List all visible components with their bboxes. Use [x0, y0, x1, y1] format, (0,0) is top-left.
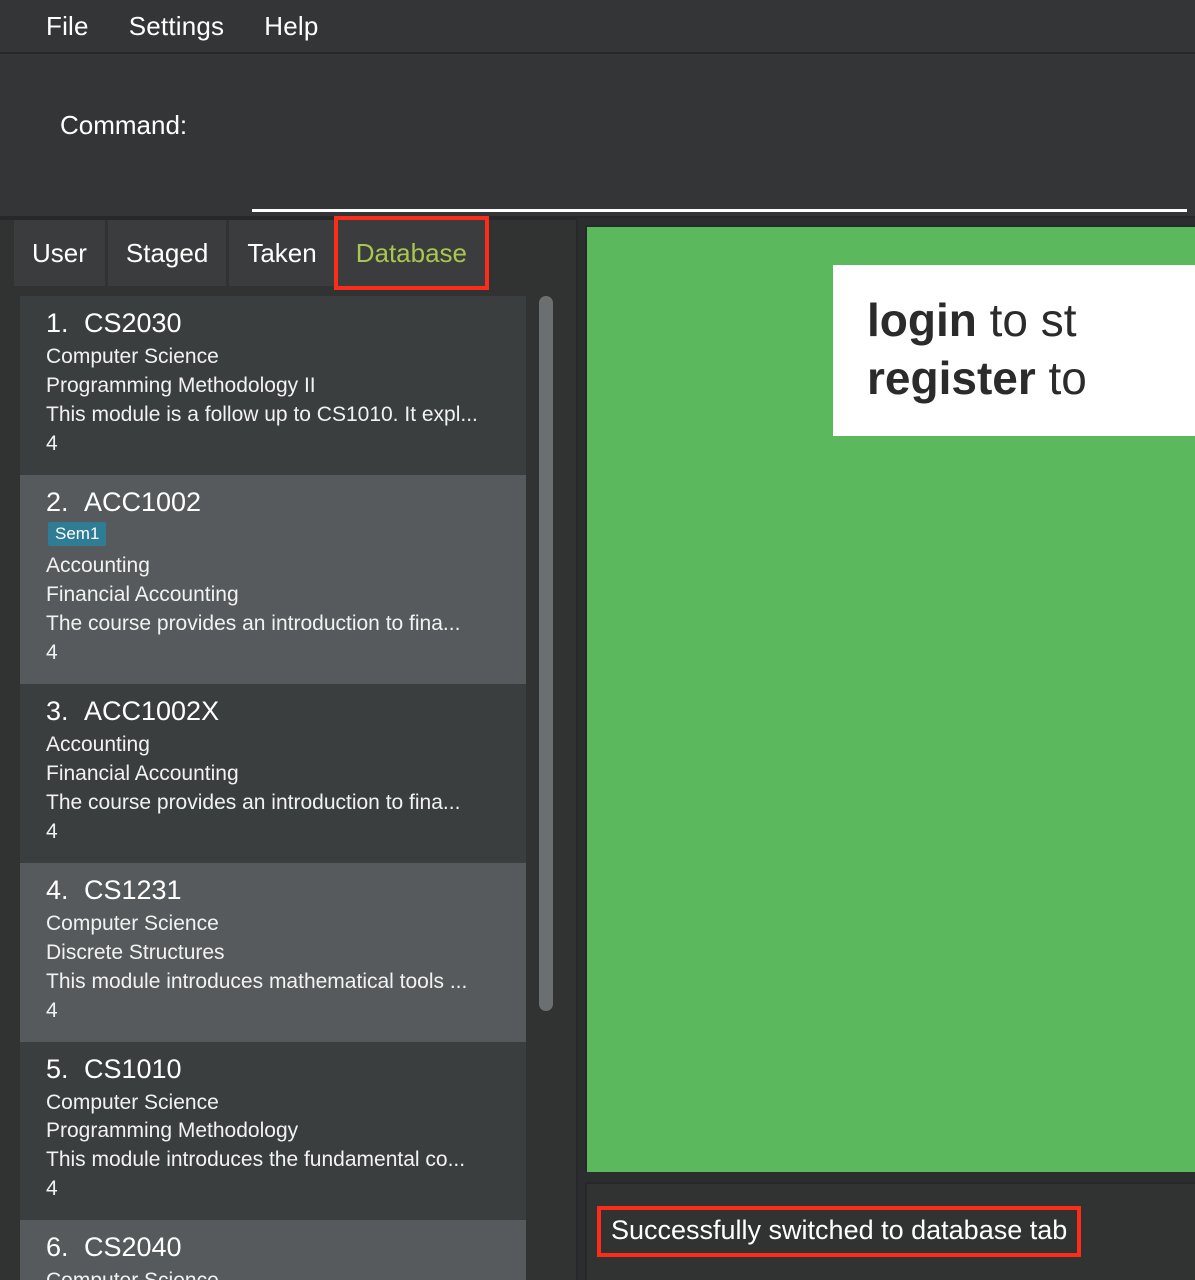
module-card-department: Accounting	[46, 553, 150, 577]
module-card-title-text: Programming Methodology II	[46, 373, 316, 397]
application-window: File Settings Help Command: User Staged …	[0, 0, 1195, 1280]
module-card-description: This module is a follow up to CS1010. It…	[46, 402, 478, 426]
left-panel: User Staged Taken Database 1. CS2030 Compu…	[0, 218, 578, 1280]
tab-database[interactable]: Database	[337, 220, 486, 286]
tab-taken[interactable]: Taken	[229, 220, 335, 286]
status-panel: Successfully switched to database tab	[585, 1182, 1195, 1280]
module-card-department: Computer Science	[46, 1267, 506, 1280]
module-card[interactable]: 6. CS2040 Computer Science	[20, 1220, 526, 1280]
module-card-credits: 4	[46, 1177, 58, 1201]
module-card-department: Computer Science	[46, 345, 219, 368]
module-card-index: 6.	[46, 1232, 69, 1263]
menu-bar: File Settings Help	[0, 0, 1195, 54]
module-card-code: CS2030	[84, 308, 182, 338]
menu-item-file[interactable]: File	[28, 9, 107, 44]
module-list[interactable]: 1. CS2030 Computer Science Programming Meth…	[20, 296, 562, 1280]
module-list-scrollbar[interactable]	[538, 296, 554, 1280]
tab-staged[interactable]: Staged	[107, 220, 227, 286]
module-card[interactable]: 1. CS2030 Computer Science Programming Meth…	[20, 296, 526, 475]
module-card-code: ACC1002X	[84, 695, 220, 726]
scrollbar-thumb[interactable]	[539, 296, 553, 1011]
module-card-description: This module introduces mathematical tool…	[46, 969, 468, 993]
module-card-title: 3. ACC1002X	[46, 696, 506, 727]
command-input[interactable]	[252, 174, 1187, 212]
module-card-title-text: Financial Accounting	[46, 582, 239, 606]
module-card-credits: 4	[46, 819, 58, 843]
login-card-line-1: login to st	[867, 291, 1195, 349]
module-card-code: CS2040	[84, 1232, 182, 1263]
module-card[interactable]: 4. CS1231 Computer Science Discrete Structu…	[20, 862, 526, 1042]
module-card-title: 6. CS2040	[46, 1232, 506, 1263]
module-card[interactable]: 5. CS1010 Computer Science Programming Meth…	[20, 1041, 526, 1221]
browser-preview-panel: login to st register to	[585, 225, 1195, 1172]
module-card-credits: 4	[46, 998, 58, 1022]
module-card-department: Computer Science	[46, 1090, 219, 1114]
login-card-line-2: register to	[867, 349, 1195, 407]
login-card-line-1-rest: to st	[976, 294, 1077, 346]
main-content: User Staged Taken Database 1. CS2030 Compu…	[0, 218, 1195, 1280]
semester-badge: Sem1	[48, 521, 107, 547]
module-card-title-text: Programming Methodology	[46, 1119, 299, 1143]
module-card-code: ACC1002	[84, 486, 202, 517]
module-card-description: The course provides an introduction to f…	[46, 611, 461, 635]
module-card-index: 5.	[46, 1053, 69, 1084]
module-card-code: CS1010	[84, 1053, 182, 1084]
tab-bar: User Staged Taken Database	[0, 220, 576, 286]
module-card-credits: 4	[46, 640, 58, 664]
module-card-title-text: Discrete Structures	[46, 940, 225, 964]
module-card-index: 2.	[46, 486, 69, 517]
menu-item-settings[interactable]: Settings	[111, 9, 243, 44]
module-card-department: Accounting	[46, 732, 150, 756]
login-card-line-1-bold: login	[867, 294, 977, 346]
module-card[interactable]: 2. ACC1002 Sem1 Accounting Financial Account…	[20, 474, 526, 684]
module-card-index: 3.	[46, 695, 69, 726]
module-card-title: 5. CS1010	[46, 1054, 506, 1085]
module-card-credits: 4	[46, 431, 58, 455]
module-card-department: Computer Science	[46, 911, 219, 935]
module-card[interactable]: 3. ACC1002X Accounting Financial Accounting…	[20, 683, 526, 863]
module-card-title: 2. ACC1002	[46, 487, 506, 518]
command-bar: Command:	[0, 54, 1195, 218]
right-panel: login to st register to Successfully swi…	[578, 218, 1195, 1280]
login-card-line-2-rest: to	[1035, 352, 1087, 405]
tab-user[interactable]: User	[14, 220, 105, 286]
module-card-badge-row: Sem1	[48, 521, 506, 548]
module-card-index: 1.	[46, 308, 69, 338]
login-card: login to st register to	[833, 265, 1195, 436]
module-card-description: The course provides an introduction to f…	[46, 790, 461, 814]
module-card-title-text: Financial Accounting	[46, 761, 239, 785]
command-label: Command:	[60, 110, 188, 140]
module-card-title: 4. CS1231	[46, 875, 506, 906]
login-card-line-2-bold: register	[867, 352, 1036, 405]
module-card-title: 1. CS2030	[46, 308, 506, 339]
module-card-description: This module introduces the fundamental c…	[46, 1148, 466, 1172]
menu-item-help[interactable]: Help	[246, 9, 336, 44]
module-list-container: 1. CS2030 Computer Science Programming Meth…	[0, 286, 576, 1280]
module-card-code: CS1231	[84, 874, 182, 905]
status-message: Successfully switched to database tab	[601, 1210, 1077, 1253]
module-card-index: 4.	[46, 874, 69, 905]
